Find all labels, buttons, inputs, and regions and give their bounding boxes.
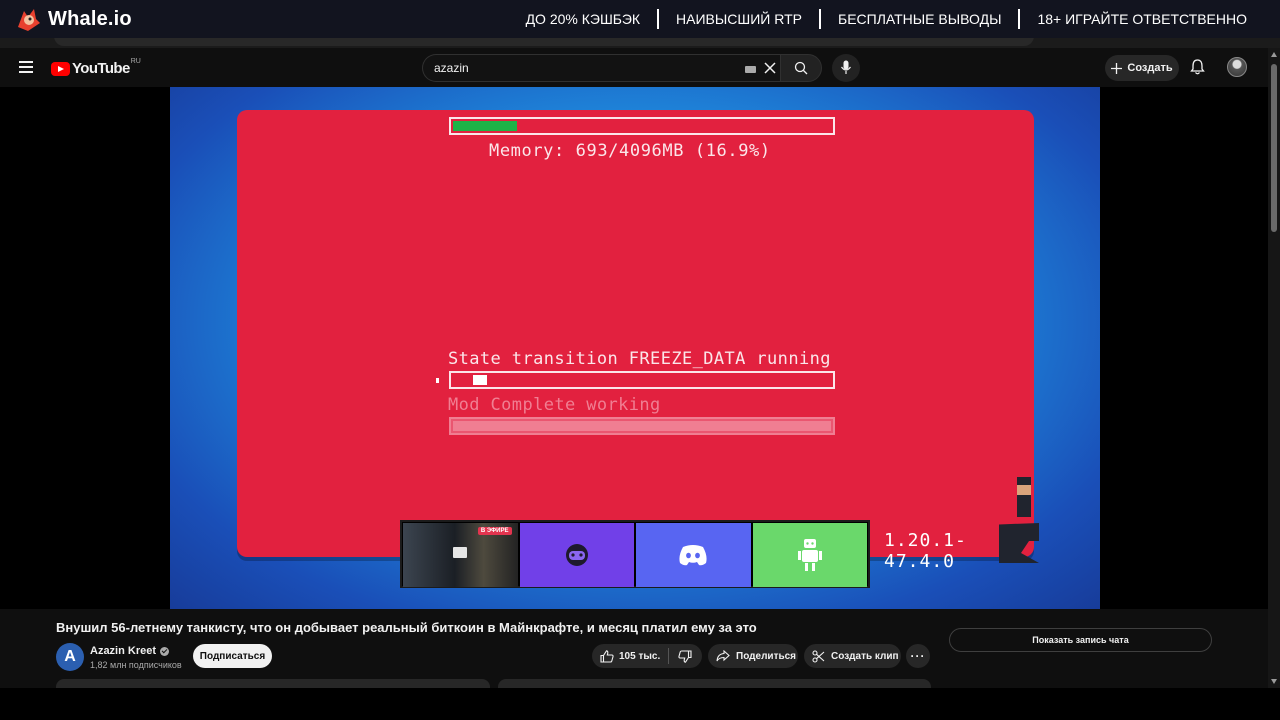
promo-item-cashback: ДО 20% КЭШБЭК [525,11,641,27]
subscriber-count: 1,82 млн подписчиков [90,660,182,670]
browser-address-strip [0,38,1280,48]
scroll-down-arrow-icon[interactable] [1271,679,1277,684]
mod-progress-fill [453,421,831,431]
robot-icon [797,539,822,571]
create-clip-label: Создать клип [831,650,899,662]
verified-check-icon [160,646,170,656]
subscribe-button[interactable]: Подписаться [193,644,272,668]
promo-item-withdrawals: БЕСПЛАТНЫЕ ВЫВОДЫ [838,11,1002,27]
promo-banner[interactable]: Whale.io ДО 20% КЭШБЭК НАИВЫСШИЙ RTP БЕС… [0,0,1280,38]
live-stream-thumbnail: В ЭФИРЕ [403,523,518,587]
keyboard-icon[interactable] [745,66,756,73]
create-clip-button[interactable]: Создать клип [804,644,901,668]
browser-address-bar[interactable] [54,38,1034,46]
monitor-icon [453,547,467,558]
like-count: 105 тыс. [619,650,661,662]
video-player[interactable]: Memory: 693/4096MB (16.9%) State transit… [0,87,1268,609]
promo-item-age: 18+ ИГРАЙТЕ ОТВЕТСТВЕННО [1037,11,1247,27]
memory-label: Memory: 693/4096MB (16.9%) [489,141,771,161]
create-label: Создать [1127,62,1173,74]
gamepad-icon [565,544,588,566]
mouse-cursor [436,378,439,383]
page-scrollbar[interactable] [1268,48,1280,688]
search-box [422,54,780,82]
more-actions-button[interactable]: ··· [906,644,930,668]
youtube-logo-text: YouTube [72,60,130,77]
promo-brand: Whale.io [48,7,132,30]
youtube-header: YouTube RU Создать [0,48,1268,88]
video-info: Внушил 56-летнему танкисту, что он добыв… [0,609,1268,689]
show-chat-replay-button[interactable]: Показать запись чата [949,628,1212,652]
discord-tile [636,523,751,587]
forge-version: 1.20.1-47.4.0 [884,530,967,572]
voice-search-button[interactable] [832,54,860,82]
whale-mascot-icon [18,9,40,31]
channel-avatar-initial: A [64,648,76,665]
channel-avatar[interactable]: A [56,643,84,671]
channel-name-row[interactable]: Azazin Kreet [90,645,170,657]
bottom-strip [0,688,1280,720]
youtube-play-icon [51,61,70,76]
live-badge: В ЭФИРЕ [477,527,512,535]
thumbs-down-icon [678,649,692,663]
share-arrow-icon [716,650,730,662]
scrollbar-thumb[interactable] [1271,64,1277,232]
state-progress-bar [449,371,835,389]
plus-icon [1111,62,1123,74]
twitch-tile [519,523,634,587]
share-label: Поделиться [736,650,797,662]
promo-items: ДО 20% КЭШБЭК НАИВЫСШИЙ RTP БЕСПЛАТНЫЕ В… [509,0,1264,38]
search-button[interactable] [780,54,822,82]
share-button[interactable]: Поделиться [708,644,798,668]
search-input[interactable] [434,61,734,75]
scissors-icon [812,649,825,663]
state-transition-label: State transition FREEZE_DATA running [448,349,831,369]
microphone-icon [841,60,851,74]
forge-loading-screen: Memory: 693/4096MB (16.9%) State transit… [237,110,1039,572]
channel-name[interactable]: Azazin Kreet [90,645,156,657]
thumbs-up-icon [600,649,614,663]
like-dislike-group: 105 тыс. [592,644,702,668]
youtube-logo[interactable]: YouTube RU [51,58,141,77]
video-frame[interactable]: Memory: 693/4096MB (16.9%) State transit… [170,87,1100,609]
state-progress-indicator [473,375,487,385]
mod-progress-bar [449,417,835,435]
create-button[interactable]: Создать [1105,55,1179,81]
promo-item-rtp: НАИВЫСШИЙ RTP [676,11,802,27]
user-avatar[interactable] [1227,57,1247,77]
stream-overlay-tiles: В ЭФИРЕ [400,520,870,588]
region-code: RU [130,58,141,65]
discord-icon [679,545,707,566]
promo-logo[interactable]: Whale.io [14,5,132,33]
menu-icon[interactable] [19,61,33,73]
memory-bar [449,117,835,135]
search-icon [794,61,808,75]
android-tile [752,523,867,587]
dislike-button[interactable] [669,644,701,668]
more-actions-icon: ··· [910,649,926,663]
like-button[interactable]: 105 тыс. [592,644,668,668]
video-title: Внушил 56-летнему танкисту, что он добыв… [56,620,757,635]
memory-bar-fill [453,121,517,131]
mod-complete-label: Mod Complete working [448,395,661,415]
notifications-bell-icon[interactable] [1190,59,1205,75]
clear-search-icon[interactable] [763,61,777,75]
scroll-up-arrow-icon[interactable] [1271,52,1277,57]
